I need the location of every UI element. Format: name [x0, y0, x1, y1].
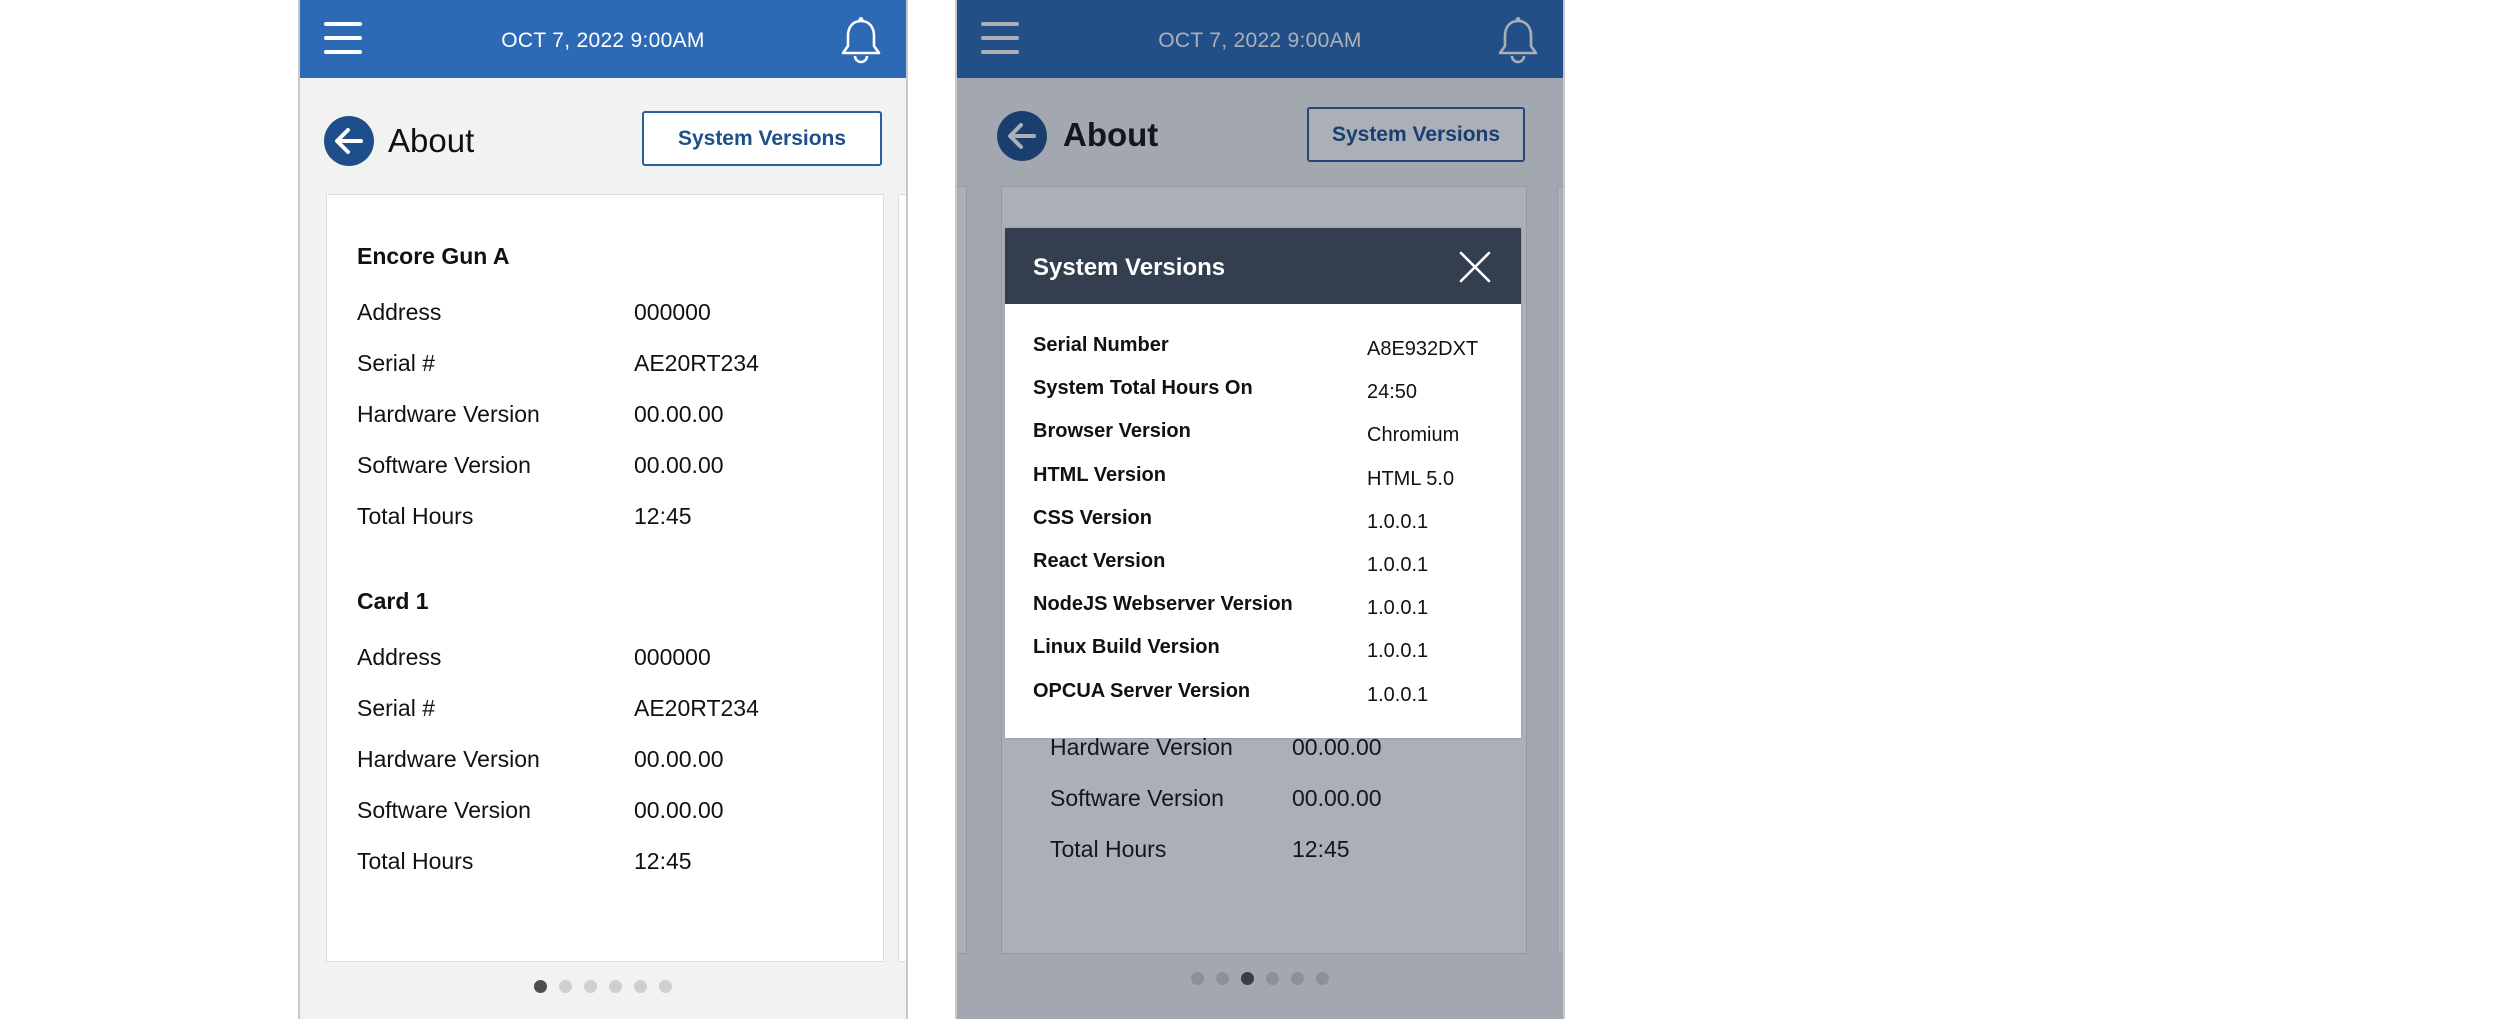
- info-card: Encore Gun A Address 000000 Serial # AE20R…: [326, 194, 884, 962]
- version-label: CSS Version: [1033, 506, 1152, 529]
- info-row: Serial # AE20RT234: [357, 683, 863, 734]
- info-row: Total Hours 12:45: [357, 836, 863, 887]
- row-value: 00.00.00: [634, 401, 724, 427]
- version-value: 1.0.0.1: [1367, 640, 1429, 663]
- system-versions-modal: System Versions Serial Number A8E932DXT S…: [1005, 228, 1521, 738]
- info-row: Total Hours 12:45: [357, 491, 863, 542]
- pagination-dot[interactable]: [659, 980, 672, 993]
- bell-icon[interactable]: [838, 16, 884, 64]
- version-value: HTML 5.0: [1367, 467, 1455, 490]
- version-row: System Total Hours On 24:50: [1033, 377, 1493, 420]
- pagination-dot[interactable]: [609, 980, 622, 993]
- row-value: AE20RT234: [634, 695, 759, 721]
- title-row: About System Versions: [300, 110, 906, 170]
- version-row: OPCUA Server Version 1.0.0.1: [1033, 680, 1493, 723]
- version-value: 24:50: [1367, 381, 1418, 404]
- version-value: 1.0.0.1: [1367, 597, 1429, 620]
- modal-title: System Versions: [1033, 254, 1226, 281]
- row-value: 00.00.00: [634, 797, 724, 823]
- system-versions-button[interactable]: System Versions: [642, 111, 882, 166]
- row-label: Serial #: [357, 695, 435, 721]
- close-icon[interactable]: [1459, 251, 1491, 283]
- version-label: NodeJS Webserver Version: [1033, 593, 1293, 616]
- arrow-left-icon[interactable]: [324, 116, 374, 166]
- pagination-dot[interactable]: [584, 980, 597, 993]
- version-row: Linux Build Version 1.0.0.1: [1033, 636, 1493, 679]
- version-value: 1.0.0.1: [1367, 510, 1429, 533]
- version-label: OPCUA Server Version: [1033, 679, 1251, 702]
- modal-body: Serial Number A8E932DXT System Total Hour…: [1005, 304, 1521, 723]
- pagination-dot[interactable]: [534, 980, 547, 993]
- row-label: Serial #: [357, 350, 435, 376]
- row-value: 000000: [634, 299, 711, 325]
- version-row: CSS Version 1.0.0.1: [1033, 507, 1493, 550]
- version-value: A8E932DXT: [1367, 338, 1479, 360]
- version-row: React Version 1.0.0.1: [1033, 550, 1493, 593]
- row-label: Hardware Version: [357, 401, 540, 427]
- version-row: NodeJS Webserver Version 1.0.0.1: [1033, 593, 1493, 636]
- page-title: About: [388, 122, 475, 159]
- info-row: Software Version 00.00.00: [357, 440, 863, 491]
- info-row: Address 000000: [357, 632, 863, 683]
- row-label: Address: [357, 644, 442, 670]
- row-value: 12:45: [634, 848, 692, 874]
- header-datetime: OCT 7, 2022 9:00AM: [501, 29, 705, 52]
- info-row: Hardware Version 00.00.00: [357, 389, 863, 440]
- pagination-dot[interactable]: [634, 980, 647, 993]
- section-title: Encore Gun A: [357, 243, 510, 269]
- row-value: 00.00.00: [634, 746, 724, 772]
- row-label: Hardware Version: [357, 746, 540, 772]
- info-row: Software Version 00.00.00: [357, 785, 863, 836]
- version-label: Serial Number: [1033, 334, 1169, 356]
- next-card-peek[interactable]: [898, 194, 906, 962]
- section-title: Card 1: [357, 588, 429, 614]
- about-screen: OCT 7, 2022 9:00AM About System Versions…: [298, 0, 908, 1019]
- pagination-dot[interactable]: [559, 980, 572, 993]
- row-value: 00.00.00: [634, 452, 724, 478]
- about-screen-with-modal: OCT 7, 2022 9:00AM About System Versions…: [955, 0, 1565, 1019]
- version-row: Serial Number A8E932DXT: [1033, 334, 1493, 377]
- row-label: Total Hours: [357, 503, 474, 529]
- row-label: Total Hours: [357, 848, 474, 874]
- row-label: Software Version: [357, 797, 531, 823]
- row-label: Address: [357, 299, 442, 325]
- row-value: 000000: [634, 644, 711, 670]
- version-label: React Version: [1033, 549, 1166, 572]
- card-section: Card 1 Address 000000 Serial # AE20RT234 H…: [357, 588, 863, 887]
- row-value: 12:45: [634, 503, 692, 529]
- app-header: OCT 7, 2022 9:00AM: [300, 0, 906, 78]
- pagination-dots: [300, 980, 906, 993]
- version-value: 1.0.0.1: [1367, 553, 1429, 576]
- info-row: Serial # AE20RT234: [357, 338, 863, 389]
- version-row: Browser Version Chromium: [1033, 420, 1493, 463]
- row-label: Software Version: [357, 452, 531, 478]
- version-label: Browser Version: [1033, 420, 1191, 443]
- modal-header: System Versions: [1005, 228, 1521, 304]
- version-label: HTML Version: [1033, 463, 1166, 486]
- device-section: Encore Gun A Address 000000 Serial # AE20R…: [357, 243, 863, 542]
- version-label: System Total Hours On: [1033, 377, 1253, 400]
- version-row: HTML Version HTML 5.0: [1033, 464, 1493, 507]
- info-row: Hardware Version 00.00.00: [357, 734, 863, 785]
- version-value: 1.0.0.1: [1367, 683, 1429, 706]
- version-label: Linux Build Version: [1033, 636, 1220, 659]
- row-value: AE20RT234: [634, 350, 759, 376]
- version-value: Chromium: [1367, 424, 1460, 447]
- info-row: Address 000000: [357, 287, 863, 338]
